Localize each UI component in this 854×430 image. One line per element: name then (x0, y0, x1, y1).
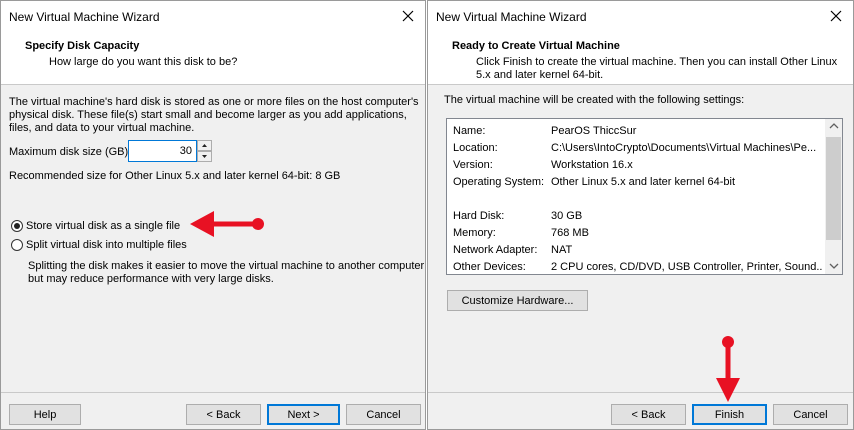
page-title: Ready to Create Virtual Machine (452, 40, 620, 52)
page-subtitle: Click Finish to create the virtual machi… (476, 56, 838, 81)
settings-intro: The virtual machine will be created with… (444, 94, 745, 106)
recommended-size: Recommended size for Other Linux 5.x and… (9, 170, 341, 182)
page-title: Specify Disk Capacity (25, 40, 140, 52)
close-icon (830, 10, 842, 22)
customize-hardware-button[interactable]: Customize Hardware... (447, 290, 588, 311)
wizard-header: Specify Disk Capacity How large do you w… (1, 31, 425, 85)
scroll-down-icon[interactable] (829, 262, 839, 270)
scrollbar-thumb[interactable] (826, 137, 841, 240)
finish-button[interactable]: Finish (692, 404, 767, 425)
footer-divider (1, 392, 425, 393)
cancel-button[interactable]: Cancel (346, 404, 421, 425)
wizard-header: Ready to Create Virtual Machine Click Fi… (428, 31, 853, 85)
radio-single-label: Store virtual disk as a single file (26, 220, 181, 232)
close-button[interactable] (819, 1, 853, 31)
arrow-down-icon (202, 155, 207, 158)
vertical-scrollbar[interactable] (825, 119, 842, 274)
help-button[interactable]: Help (9, 404, 81, 425)
settings-summary-list[interactable]: Name: PearOS ThiccSur Location: C:\Users… (446, 118, 843, 275)
title-bar: New Virtual Machine Wizard (428, 1, 853, 31)
disk-size-input[interactable]: 30 (128, 140, 197, 162)
stepper-down-button[interactable] (197, 151, 212, 162)
radio-multiple-label: Split virtual disk into multiple files (26, 239, 187, 251)
radio-multiple-files[interactable]: Split virtual disk into multiple files (11, 239, 187, 251)
max-size-label: Maximum disk size (GB): (9, 146, 132, 158)
close-icon (402, 10, 414, 22)
back-button[interactable]: < Back (611, 404, 686, 425)
arrow-up-icon (202, 144, 207, 147)
split-note: Splitting the disk makes it easier to mo… (28, 260, 425, 285)
title-bar: New Virtual Machine Wizard (1, 1, 425, 31)
footer-divider (428, 392, 853, 393)
ready-to-create-dialog: New Virtual Machine Wizard Ready to Crea… (427, 0, 854, 430)
window-title: New Virtual Machine Wizard (9, 10, 160, 24)
disk-size-stepper[interactable]: 30 (128, 140, 214, 162)
next-button[interactable]: Next > (267, 404, 340, 425)
back-button[interactable]: < Back (186, 404, 261, 425)
cancel-button[interactable]: Cancel (773, 404, 848, 425)
stepper-up-button[interactable] (197, 140, 212, 151)
close-button[interactable] (391, 1, 425, 31)
radio-button[interactable] (11, 239, 23, 251)
page-subtitle: How large do you want this disk to be? (49, 56, 238, 68)
radio-button-selected[interactable] (11, 220, 23, 232)
radio-single-file[interactable]: Store virtual disk as a single file (11, 220, 180, 232)
disk-capacity-dialog: New Virtual Machine Wizard Specify Disk … (0, 0, 426, 430)
scroll-up-icon[interactable] (829, 122, 839, 130)
window-title: New Virtual Machine Wizard (436, 10, 587, 24)
disk-description: The virtual machine's hard disk is store… (9, 96, 419, 134)
